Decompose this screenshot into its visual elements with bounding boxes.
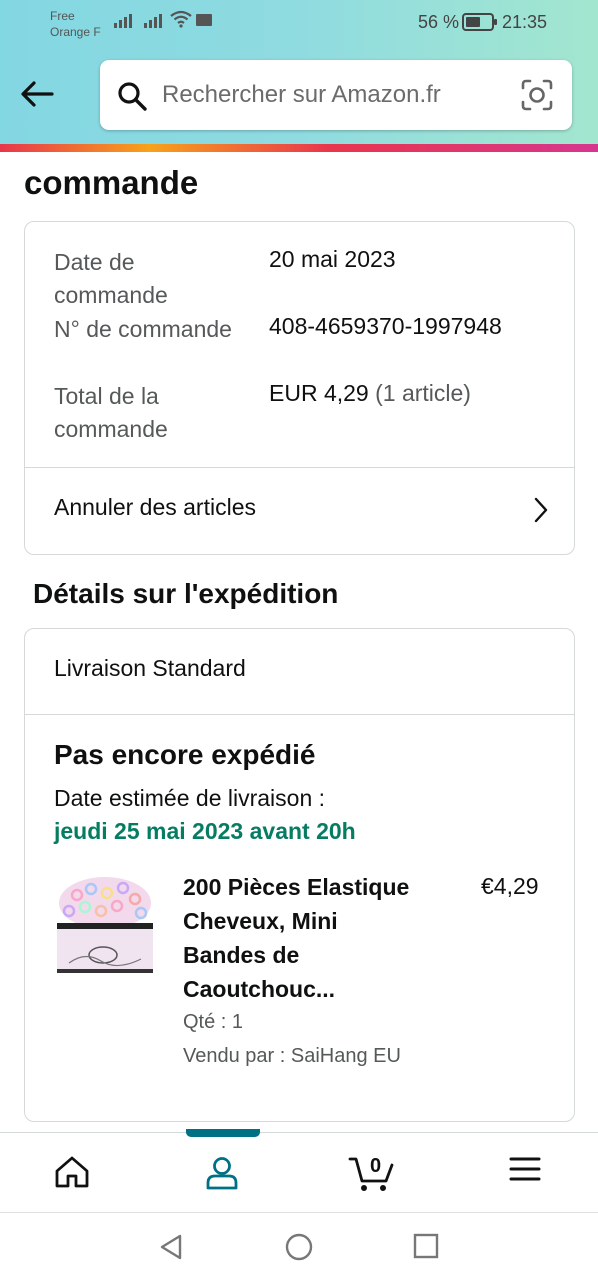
eta-date: jeudi 25 mai 2023 avant 20h	[54, 818, 356, 844]
page-title: commande	[24, 164, 199, 201]
eta-label: Date estimée de livraison :	[54, 785, 326, 811]
home-icon	[55, 1156, 89, 1188]
camera-scan-icon[interactable]	[520, 78, 554, 112]
system-back-icon[interactable]	[158, 1233, 184, 1261]
battery-percent: 56 %	[418, 12, 460, 32]
order-total-value: EUR 4,29 (1 article)	[269, 380, 471, 407]
shipment-card: Livraison Standard Pas encore expédié Da…	[24, 628, 575, 1122]
order-summary-card: Date de commande 20 mai 2023 N° de comma…	[24, 221, 575, 555]
mail-icon	[196, 14, 212, 26]
signal-icon	[114, 12, 132, 28]
order-item-count: (1 article)	[375, 380, 471, 406]
order-total-row: Total de la commande	[54, 380, 254, 446]
search-icon	[118, 82, 147, 111]
order-number-row: N° de commande	[54, 313, 254, 346]
system-recents-icon[interactable]	[413, 1233, 439, 1259]
clock: 21:35	[502, 12, 548, 32]
order-date-row: Date de commande	[54, 246, 254, 312]
shipping-method: Livraison Standard	[54, 655, 246, 681]
shipping-section-title: Détails sur l'expédition	[33, 578, 339, 609]
header-accent-line	[0, 144, 598, 152]
back-arrow-icon[interactable]	[18, 76, 58, 112]
shipment-status: Pas encore expédié	[54, 739, 316, 770]
carrier-label: Free Orange F	[50, 9, 101, 39]
product-image[interactable]	[55, 873, 155, 977]
system-home-icon[interactable]	[285, 1233, 313, 1261]
search-input[interactable]	[162, 76, 512, 114]
product-price: €4,29	[481, 873, 539, 899]
account-icon	[206, 1157, 238, 1190]
order-number-value: 408-4659370-1997948	[269, 313, 502, 339]
order-date-label: Date de commande	[54, 249, 168, 308]
nav-home[interactable]	[0, 1133, 149, 1213]
signal-icon	[144, 12, 162, 28]
nav-account[interactable]	[149, 1133, 298, 1213]
cart-count-badge: 0	[370, 1155, 382, 1177]
order-total-amount: EUR 4,29	[269, 380, 369, 406]
cancel-items-label: Annuler des articles	[54, 494, 256, 520]
cancel-items-link[interactable]: Annuler des articles	[25, 468, 574, 552]
system-navigation-bar	[0, 1212, 598, 1280]
order-number-label: N° de commande	[54, 316, 232, 342]
order-total-label: Total de la commande	[54, 383, 168, 442]
search-bar[interactable]	[100, 60, 572, 130]
product-seller: Vendu par : SaiHang EU	[183, 1045, 401, 1067]
bottom-nav: 0	[0, 1129, 598, 1213]
nav-cart[interactable]: 0	[298, 1133, 447, 1213]
menu-icon	[509, 1157, 541, 1181]
battery-icon	[462, 13, 497, 31]
chevron-right-icon	[534, 497, 548, 523]
status-bar: Free Orange F 56 % 21:35	[0, 0, 598, 48]
divider	[25, 714, 574, 715]
wifi-icon	[170, 10, 192, 28]
order-date-value: 20 mai 2023	[269, 246, 396, 272]
product-title-link[interactable]: 200 Pièces Elastique Cheveux, Mini Bande…	[183, 870, 423, 1006]
product-quantity: Qté : 1	[183, 1011, 244, 1033]
nav-menu[interactable]	[447, 1133, 596, 1213]
